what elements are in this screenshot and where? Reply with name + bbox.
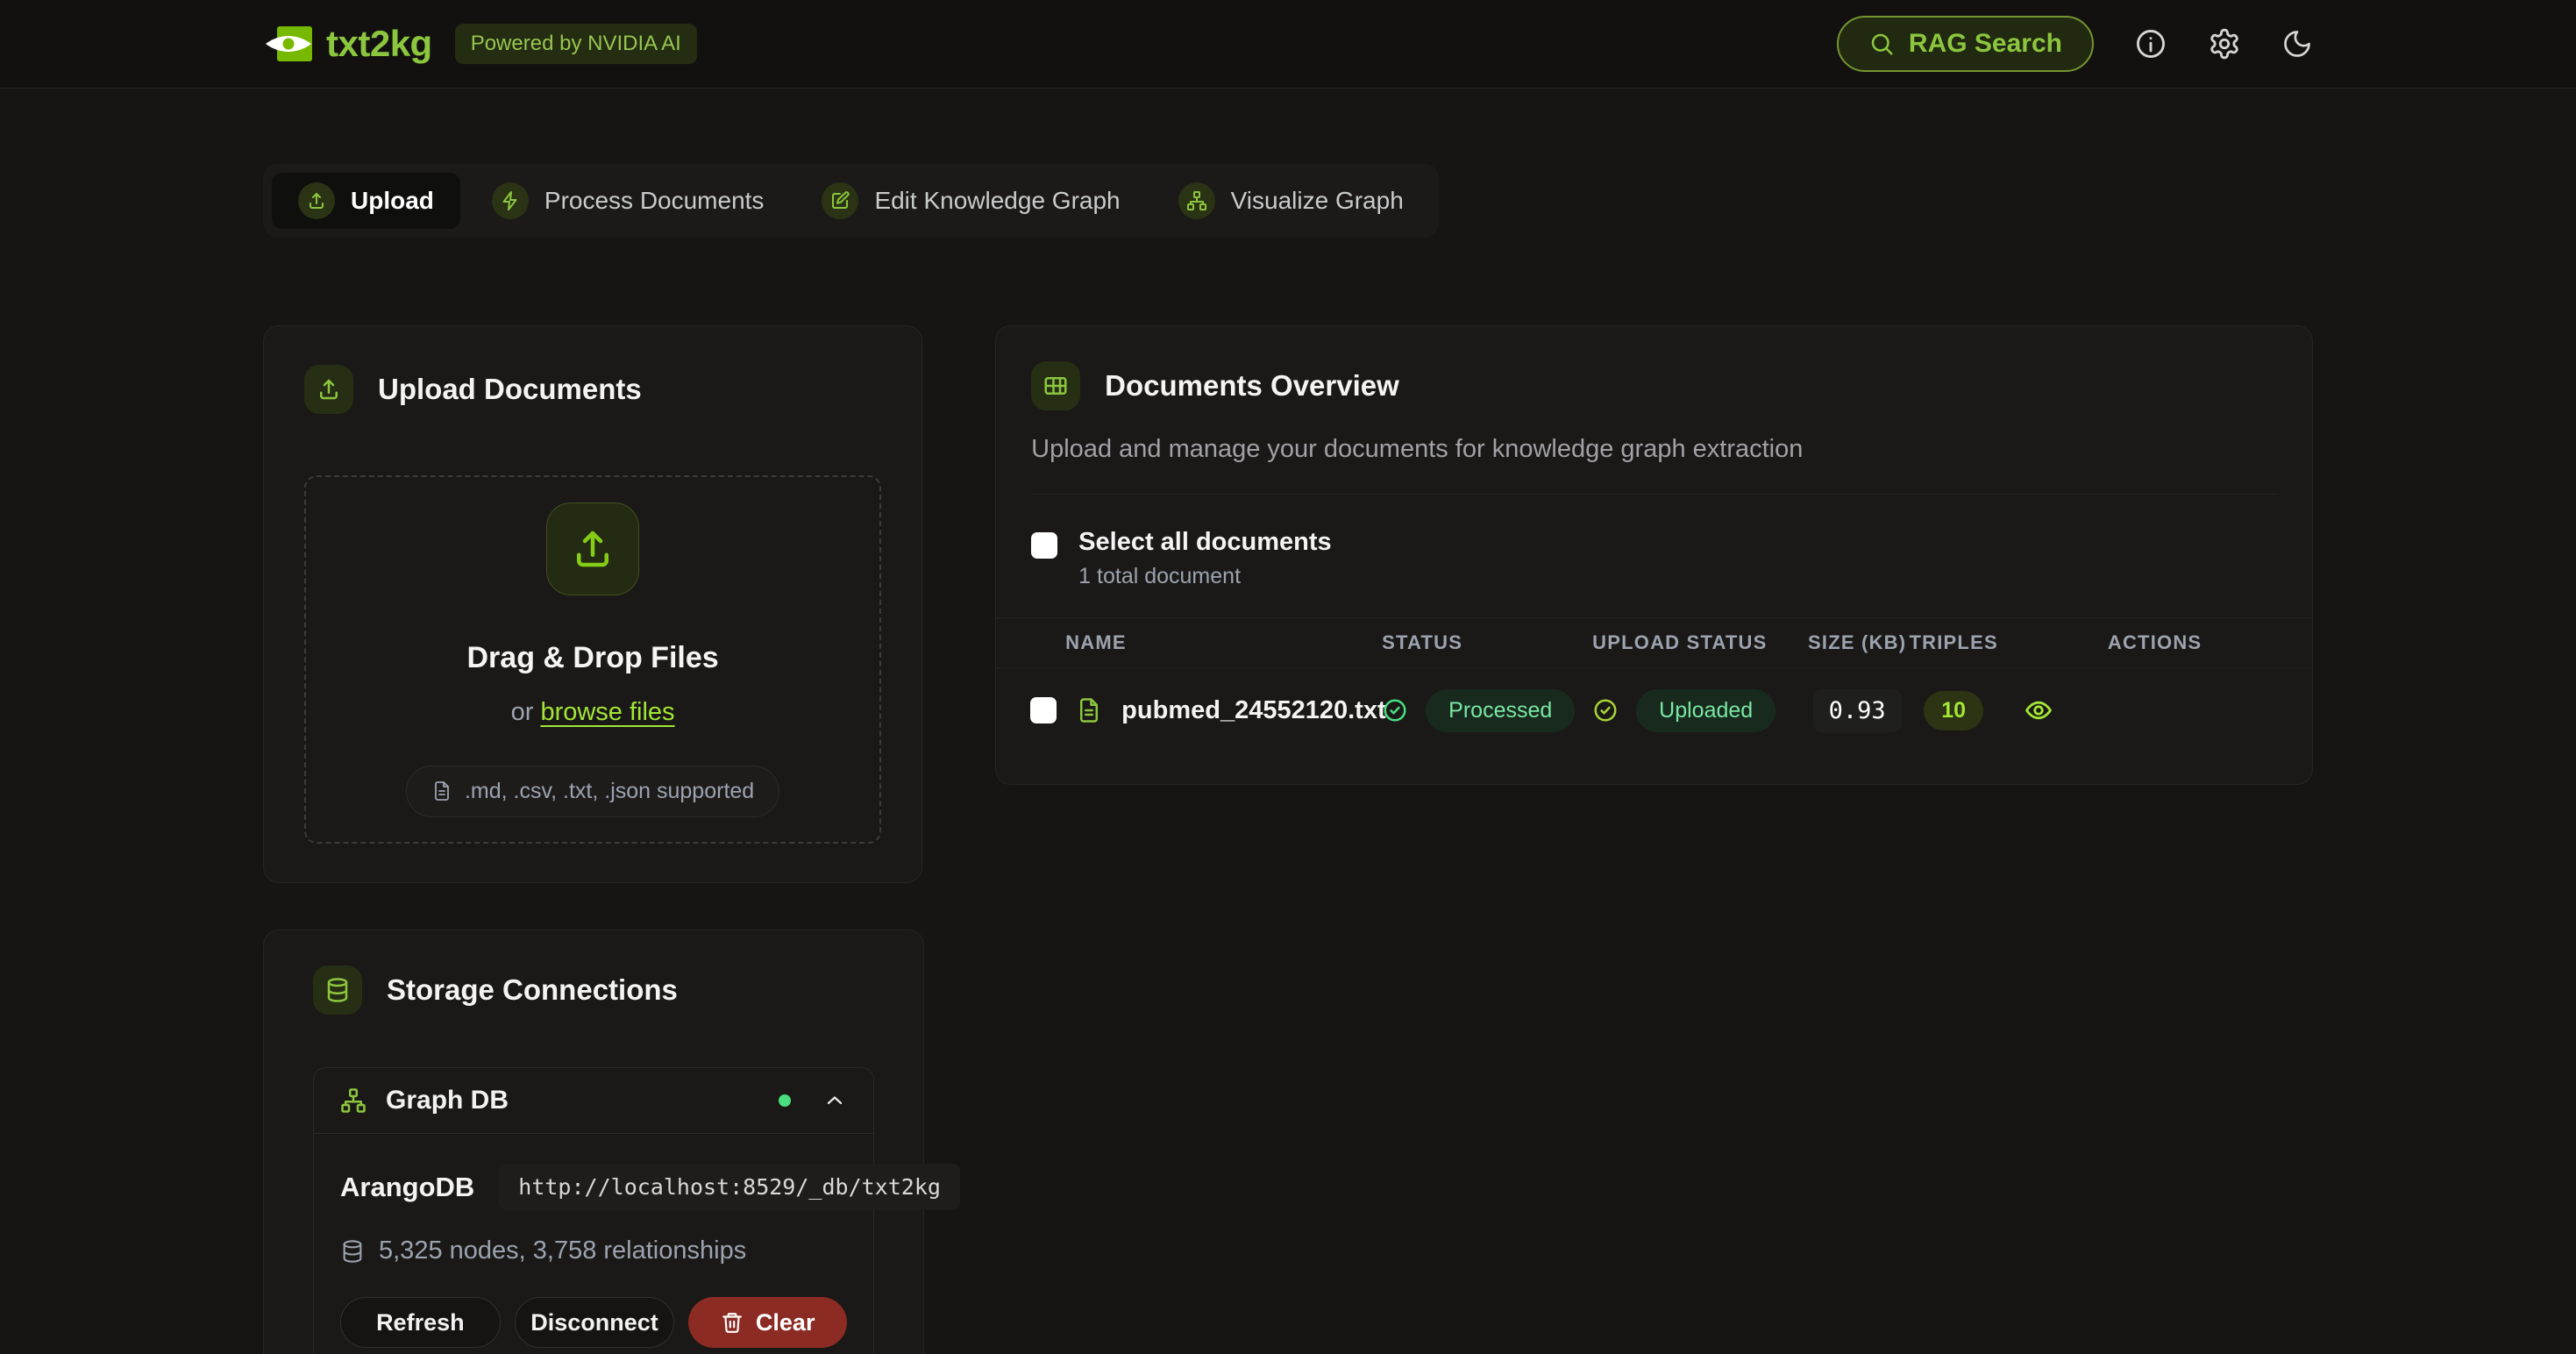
row-checkbox[interactable] xyxy=(1030,697,1057,723)
column-header-name: NAME xyxy=(996,631,1382,654)
column-header-size: SIZE (KB) xyxy=(1804,631,1910,654)
upload-documents-card: Upload Documents Drag & Drop Files or br… xyxy=(263,325,922,883)
app-header: txt2kg Powered by NVIDIA AI RAG Search xyxy=(0,0,2576,89)
graph-db-url: http://localhost:8529/_db/txt2kg xyxy=(499,1164,960,1210)
storage-connections-card: Storage Connections Graph DB xyxy=(263,930,924,1354)
file-text-icon xyxy=(1076,697,1102,723)
documents-card-subtitle: Upload and manage your documents for kno… xyxy=(1031,435,2277,464)
column-header-actions: ACTIONS xyxy=(1997,631,2312,654)
total-documents-label: 1 total document xyxy=(1078,564,1332,589)
or-text: or xyxy=(511,698,541,726)
zap-icon xyxy=(492,182,529,219)
documents-overview-card: Documents Overview Upload and manage you… xyxy=(995,325,2313,785)
documents-card-title: Documents Overview xyxy=(1105,369,1399,403)
upload-icon xyxy=(304,365,353,414)
refresh-button[interactable]: Refresh xyxy=(340,1297,501,1348)
file-icon xyxy=(431,780,452,802)
check-circle-icon xyxy=(1592,697,1619,723)
tab-bar: Upload Process Documents Edit Knowledge … xyxy=(263,164,1439,238)
nvidia-logo-icon xyxy=(263,25,312,62)
status-dot-connected xyxy=(779,1094,791,1107)
graph-db-stats: 5,325 nodes, 3,758 relationships xyxy=(379,1236,746,1265)
size-value: 0.93 xyxy=(1813,689,1902,732)
moon-icon[interactable] xyxy=(2281,28,2313,60)
graph-db-row[interactable]: Graph DB xyxy=(314,1068,873,1133)
database-icon xyxy=(340,1239,365,1264)
tab-label: Process Documents xyxy=(544,187,765,215)
tab-process-documents[interactable]: Process Documents xyxy=(466,173,791,229)
database-icon xyxy=(313,966,362,1015)
table-header: NAME STATUS UPLOAD STATUS SIZE (KB) TRIP… xyxy=(996,617,2312,668)
info-icon[interactable] xyxy=(2134,27,2167,61)
app-title: txt2kg xyxy=(326,23,432,65)
trash-icon xyxy=(721,1311,744,1334)
table-icon xyxy=(1031,361,1080,410)
tab-upload[interactable]: Upload xyxy=(272,173,460,229)
dropzone-title: Drag & Drop Files xyxy=(467,641,719,675)
tab-label: Visualize Graph xyxy=(1231,187,1404,215)
column-header-upload-status: UPLOAD STATUS xyxy=(1592,631,1804,654)
graph-db-provider: ArangoDB xyxy=(340,1172,474,1203)
brand: txt2kg Powered by NVIDIA AI xyxy=(263,23,697,65)
tab-label: Upload xyxy=(351,187,434,215)
browse-files-link[interactable]: browse files xyxy=(540,698,674,726)
dropzone[interactable]: Drag & Drop Files or browse files .md, .… xyxy=(304,475,881,844)
upload-icon xyxy=(298,182,335,219)
tab-edit-knowledge-graph[interactable]: Edit Knowledge Graph xyxy=(795,173,1146,229)
network-icon xyxy=(340,1087,366,1114)
rag-search-label: RAG Search xyxy=(1909,29,2062,59)
supported-formats-label: .md, .csv, .txt, .json supported xyxy=(465,779,754,804)
edit-icon xyxy=(822,182,858,219)
check-circle-icon xyxy=(1382,697,1408,723)
gear-icon[interactable] xyxy=(2208,27,2241,61)
table-row: pubmed_24552120.txt Processed Uploaded 0… xyxy=(996,668,2312,752)
search-icon xyxy=(1868,31,1895,57)
db-panel: Graph DB ArangoDB http://localhost:8529/… xyxy=(313,1067,874,1354)
upload-card-title: Upload Documents xyxy=(378,373,642,406)
clear-button-label: Clear xyxy=(756,1309,815,1336)
triples-badge: 10 xyxy=(1924,691,1983,730)
document-name: pubmed_24552120.txt xyxy=(1121,696,1385,725)
select-all-label: Select all documents xyxy=(1078,528,1332,557)
tab-label: Edit Knowledge Graph xyxy=(874,187,1120,215)
select-all-checkbox[interactable] xyxy=(1031,532,1057,559)
network-icon xyxy=(1178,182,1215,219)
clear-button[interactable]: Clear xyxy=(688,1297,847,1348)
upload-icon xyxy=(546,502,639,595)
upload-status-badge: Uploaded xyxy=(1636,689,1775,732)
tab-visualize-graph[interactable]: Visualize Graph xyxy=(1152,173,1430,229)
supported-formats-pill: .md, .csv, .txt, .json supported xyxy=(406,766,779,817)
status-badge: Processed xyxy=(1426,689,1575,732)
eye-icon[interactable] xyxy=(2024,695,2053,725)
dropzone-subtitle: or browse files xyxy=(511,698,675,727)
powered-by-badge: Powered by NVIDIA AI xyxy=(455,24,697,64)
rag-search-button[interactable]: RAG Search xyxy=(1837,16,2094,72)
disconnect-button[interactable]: Disconnect xyxy=(515,1297,675,1348)
column-header-status: STATUS xyxy=(1382,631,1592,654)
chevron-up-icon[interactable] xyxy=(822,1088,847,1113)
graph-db-label: Graph DB xyxy=(386,1086,509,1115)
column-header-triples: TRIPLES xyxy=(1910,631,1997,654)
storage-card-title: Storage Connections xyxy=(387,973,678,1007)
